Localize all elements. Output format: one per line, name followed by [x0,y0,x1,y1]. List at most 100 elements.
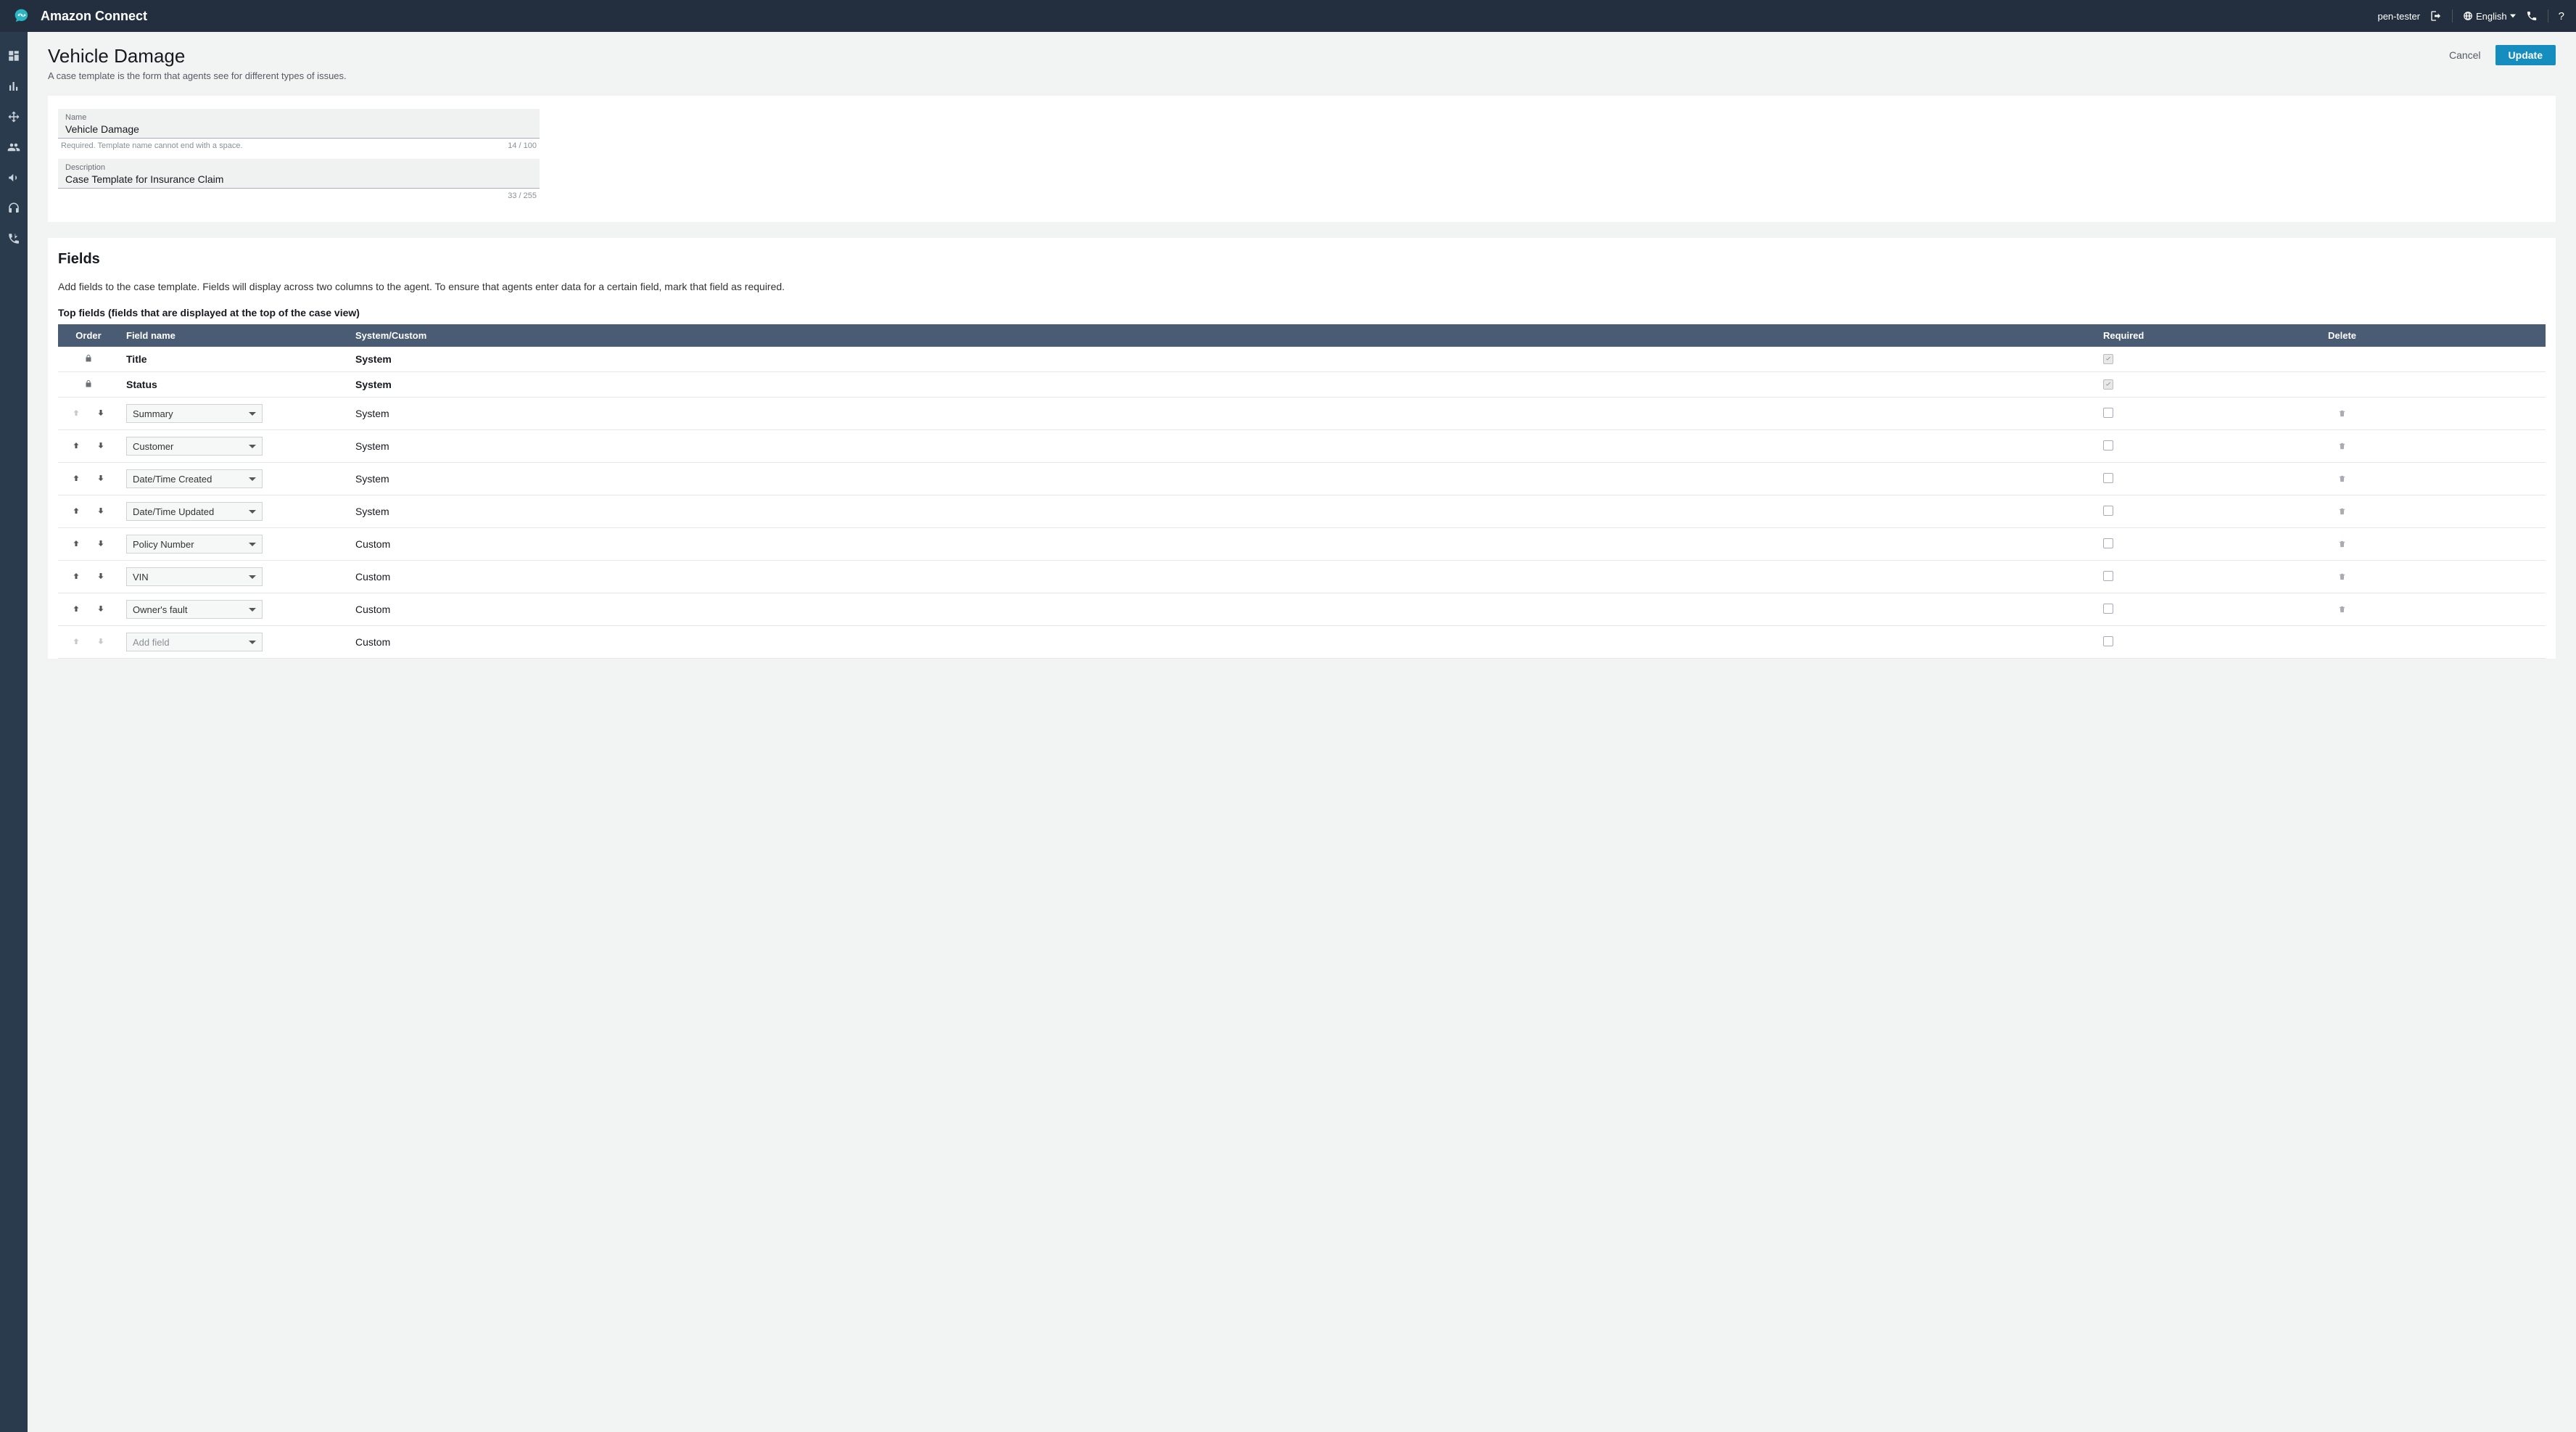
caret-down-icon [249,641,256,644]
cancel-button[interactable]: Cancel [2449,49,2481,61]
required-checkbox[interactable] [2103,636,2113,646]
table-row: Add fieldCustom [58,626,2546,659]
move-up-button[interactable] [72,440,80,452]
table-row: TitleSystem [58,347,2546,372]
required-checkbox[interactable] [2103,604,2113,614]
lock-icon [84,354,93,363]
campaigns-icon[interactable] [7,171,20,184]
table-row: CustomerSystem [58,430,2546,463]
dropdown-value: Customer [133,441,173,452]
name-helper-text: Required. Template name cannot end with … [61,141,243,150]
move-down-button[interactable] [96,538,105,550]
required-checkbox[interactable] [2103,571,2113,581]
move-up-button[interactable] [72,538,80,550]
field-name-dropdown[interactable]: Summary [126,404,263,423]
description-input[interactable] [65,172,532,185]
move-down-button[interactable] [96,506,105,517]
col-required: Required [2096,324,2321,347]
move-up-button[interactable] [72,473,80,485]
move-up-button [72,636,80,648]
col-delete: Delete [2321,324,2546,347]
field-name-dropdown[interactable]: Policy Number [126,535,263,554]
dropdown-value: Date/Time Updated [133,506,214,517]
field-name-dropdown[interactable]: VIN [126,567,263,586]
move-down-button[interactable] [96,440,105,452]
caret-down-icon [249,510,256,514]
move-up-button[interactable] [72,506,80,517]
delete-button[interactable] [2338,539,2346,549]
field-name-dropdown[interactable]: Owner's fault [126,600,263,619]
caret-down-icon [2510,13,2516,19]
brand: Amazon Connect [12,6,2377,26]
field-type-label: System [355,408,389,419]
move-down-button[interactable] [96,571,105,583]
move-up-button[interactable] [72,604,80,615]
update-button[interactable]: Update [2496,45,2556,65]
language-selector[interactable]: English [2463,11,2516,22]
field-type-label: Custom [355,538,390,550]
table-row: Summary System [58,398,2546,430]
name-input[interactable] [65,122,532,135]
required-checkbox[interactable] [2103,538,2113,548]
dashboard-icon[interactable] [7,49,20,62]
caret-down-icon [249,412,256,416]
move-down-button [96,636,105,648]
delete-button[interactable] [2338,474,2346,484]
delete-button[interactable] [2338,506,2346,517]
routing-icon[interactable] [7,110,20,123]
delete-button[interactable] [2338,572,2346,582]
field-type-label: System [355,379,392,390]
required-checkbox [2103,379,2113,390]
table-row: Owner's fault Custom [58,593,2546,626]
table-row: Date/Time Created System [58,463,2546,495]
name-label: Name [65,113,532,122]
caret-down-icon [249,543,256,546]
required-checkbox[interactable] [2103,440,2113,450]
help-icon[interactable]: ? [2559,10,2564,22]
phone-icon[interactable] [2526,10,2538,22]
col-system-custom: System/Custom [348,324,2096,347]
fields-title: Fields [58,251,2546,268]
caret-down-icon [249,477,256,481]
description-field[interactable]: Description [58,159,540,189]
delete-button[interactable] [2338,604,2346,614]
delete-button[interactable] [2338,408,2346,419]
dropdown-value: Policy Number [133,539,194,550]
dropdown-value: VIN [133,572,149,583]
move-down-button[interactable] [96,604,105,615]
field-name-label: Title [126,353,147,365]
field-name-dropdown[interactable]: Date/Time Created [126,469,263,488]
required-checkbox[interactable] [2103,506,2113,516]
users-icon[interactable] [7,141,20,154]
dropdown-value: Date/Time Created [133,474,212,485]
caret-down-icon [249,575,256,579]
move-up-button[interactable] [72,571,80,583]
delete-button[interactable] [2338,441,2346,451]
field-name-dropdown[interactable]: Add field [126,633,263,651]
field-type-label: System [355,473,389,485]
move-down-button[interactable] [96,473,105,485]
headset-icon[interactable] [7,202,20,215]
analytics-icon[interactable] [7,80,20,93]
lock-icon [84,379,93,388]
name-field[interactable]: Name [58,109,540,139]
logout-icon[interactable] [2430,10,2442,22]
col-order: Order [58,324,119,347]
main-content: Vehicle Damage A case template is the fo… [28,32,2576,1432]
caret-down-icon [249,445,256,448]
template-info-panel: Name Required. Template name cannot end … [48,96,2556,222]
field-name-dropdown[interactable]: Customer [126,437,263,456]
globe-icon [2463,11,2473,21]
field-type-label: Custom [355,604,390,615]
field-name-dropdown[interactable]: Date/Time Updated [126,502,263,521]
move-down-button[interactable] [96,408,105,419]
col-field-name: Field name [119,324,348,347]
inbound-call-icon[interactable] [7,232,20,245]
table-row: Date/Time UpdatedSystem [58,495,2546,528]
description-label: Description [65,163,532,172]
page-subtitle: A case template is the form that agents … [48,70,347,81]
table-row: Policy Number Custom [58,528,2546,561]
required-checkbox[interactable] [2103,408,2113,418]
required-checkbox[interactable] [2103,473,2113,483]
table-row: VINCustom [58,561,2546,593]
